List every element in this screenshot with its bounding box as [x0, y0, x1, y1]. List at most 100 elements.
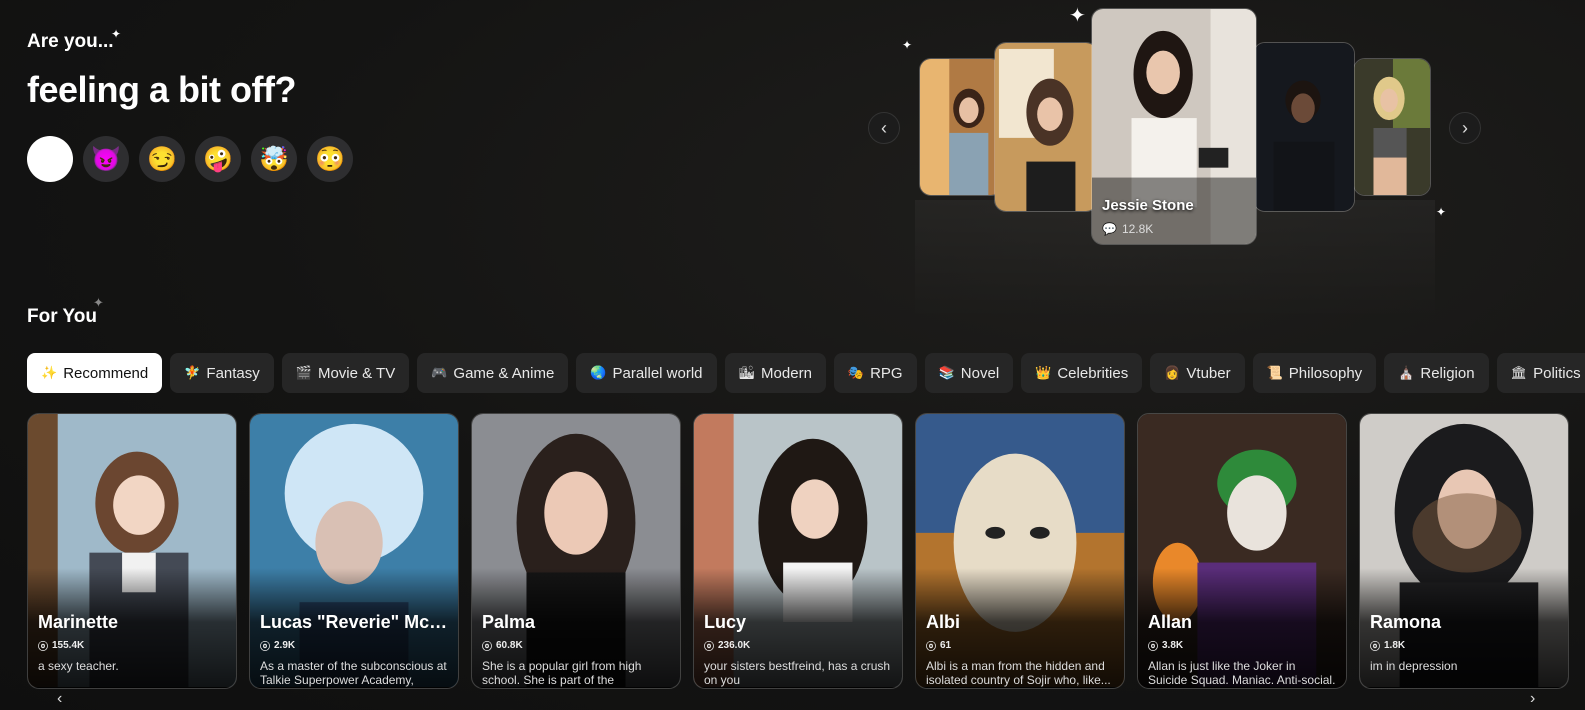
tab-label: RPG: [870, 364, 903, 382]
character-description: As a master of the subconscious at Talki…: [260, 659, 447, 687]
character-portrait: [1254, 43, 1354, 211]
tab-label: Recommend: [63, 364, 149, 382]
featured-info: Jessie Stone 💬 12.8K: [1102, 197, 1194, 236]
chevron-left-icon[interactable]: ‹: [57, 690, 62, 708]
character-description: Allan is just like the Joker in Suicide …: [1148, 659, 1336, 687]
character-description: your sisters bestfreind, has a crush on …: [704, 659, 891, 687]
character-stat: ⓞ 1.8K: [1370, 638, 1558, 653]
building-icon: 🏛: [1510, 365, 1528, 380]
character-card[interactable]: Albi ⓞ 61 Albi is a man from the hidden a…: [915, 413, 1125, 689]
category-tabs: ✨ Recommend 🧚 Fantasy 🎬 Movie & TV 🎮 Game & …: [27, 353, 1585, 393]
character-stat: ⓞ 3.8K: [1148, 638, 1336, 653]
tab-movie-tv[interactable]: 🎬 Movie & TV: [281, 353, 410, 393]
tab-philosophy[interactable]: 📜 Philosophy: [1252, 353, 1377, 393]
character-portrait: [920, 59, 1002, 195]
card-info: Lucy ⓞ 236.0K your sisters bestfreind, ha…: [704, 612, 892, 687]
carousel-prev-button[interactable]: ‹: [868, 112, 900, 144]
chevron-right-icon: ›: [1462, 117, 1468, 138]
tab-label: Modern: [761, 364, 812, 382]
tab-fantasy[interactable]: 🧚 Fantasy: [170, 353, 274, 393]
chat-count: 3.8K: [1162, 640, 1184, 651]
tab-recommend[interactable]: ✨ Recommend: [27, 353, 163, 393]
tab-politics[interactable]: 🏛 Politics: [1496, 353, 1585, 393]
chat-count: 2.9K: [274, 640, 296, 651]
tab-label: Philosophy: [1288, 364, 1363, 382]
books-icon: 📚: [938, 365, 955, 380]
chat-icon: ⓞ: [482, 642, 492, 653]
card-info: Albi ⓞ 61 Albi is a man from the hidden a…: [926, 612, 1114, 687]
mood-none-button[interactable]: [27, 136, 73, 182]
tab-celebrities[interactable]: 👑 Celebrities: [1021, 353, 1143, 393]
character-card[interactable]: Lucas "Reverie" McC... ⓞ 2.9K As a master…: [249, 413, 459, 689]
carousel-card[interactable]: [994, 42, 1098, 212]
mood-mind-blown-button[interactable]: 🤯: [251, 136, 297, 182]
hero-title: feeling a bit off?: [27, 69, 296, 110]
carousel-card[interactable]: [919, 58, 1003, 196]
clapper-icon: 🎬: [295, 365, 312, 380]
person-icon: 👩: [1164, 365, 1181, 380]
carousel-card[interactable]: [1353, 58, 1431, 196]
card-info: Palma ⓞ 60.8K She is a popular girl from …: [482, 612, 670, 687]
city-icon: 🏙: [738, 365, 756, 380]
sparkles-icon: ✨: [41, 365, 58, 380]
character-card[interactable]: Allan ⓞ 3.8K Allan is just like the Joker…: [1137, 413, 1347, 689]
carousel-next-button[interactable]: ›: [1449, 112, 1481, 144]
tab-vtuber[interactable]: 👩 Vtuber: [1150, 353, 1245, 393]
chat-icon: ⓞ: [1370, 642, 1380, 653]
tab-label: Game & Anime: [453, 364, 555, 382]
character-stat: ⓞ 236.0K: [704, 638, 892, 653]
character-description: im in depression: [1370, 659, 1458, 673]
featured-stat: 💬 12.8K: [1102, 222, 1194, 236]
gamepad-icon: 🎮: [431, 365, 448, 380]
character-card[interactable]: Marinette ⓞ 155.4K a sexy teacher.: [27, 413, 237, 689]
mood-smirk-button[interactable]: 😏: [139, 136, 185, 182]
chat-icon: ⓞ: [38, 642, 48, 653]
tab-label: Religion: [1420, 364, 1475, 382]
sparkle-icon: ✦: [1436, 205, 1447, 219]
character-portrait: [995, 43, 1097, 211]
character-card[interactable]: Ramona ⓞ 1.8K im in depression: [1359, 413, 1569, 689]
mood-devil-button[interactable]: 😈: [83, 136, 129, 182]
chat-icon: 💬: [1102, 222, 1117, 236]
card-info: Ramona ⓞ 1.8K im in depression: [1370, 612, 1558, 687]
mood-zany-button[interactable]: 🤪: [195, 136, 241, 182]
card-info: Marinette ⓞ 155.4K a sexy teacher.: [38, 612, 226, 687]
mood-flushed-button[interactable]: 😳: [307, 136, 353, 182]
tab-label: Novel: [960, 364, 1000, 382]
character-card[interactable]: Lucy ⓞ 236.0K your sisters bestfreind, ha…: [693, 413, 903, 689]
sparkle-icon: ✦: [902, 38, 913, 52]
character-stat: ⓞ 2.9K: [260, 638, 448, 653]
chat-count: 60.8K: [496, 640, 523, 651]
character-stat: ⓞ 155.4K: [38, 638, 226, 653]
chevron-right-icon[interactable]: ›: [1530, 690, 1535, 708]
fairy-icon: 🧚: [184, 365, 201, 380]
hero-kicker: Are you...: [27, 31, 114, 52]
sparkle-icon: ✦: [93, 295, 104, 310]
church-icon: ⛪: [1398, 365, 1415, 380]
tab-modern[interactable]: 🏙 Modern: [724, 353, 826, 393]
tab-rpg[interactable]: 🎭 RPG: [833, 353, 917, 393]
tab-game-anime[interactable]: 🎮 Game & Anime: [417, 353, 569, 393]
character-card[interactable]: Palma ⓞ 60.8K She is a popular girl from …: [471, 413, 681, 689]
character-name: Albi: [926, 612, 960, 632]
character-description: a sexy teacher.: [38, 659, 119, 673]
tab-novel[interactable]: 📚 Novel: [924, 353, 1014, 393]
card-info: Lucas "Reverie" McC... ⓞ 2.9K As a master…: [260, 612, 448, 687]
tab-parallel-world[interactable]: 🌏 Parallel world: [576, 353, 717, 393]
tab-religion[interactable]: ⛪ Religion: [1384, 353, 1489, 393]
chat-count: 236.0K: [718, 640, 751, 651]
tab-label: Fantasy: [206, 364, 260, 382]
chat-icon: ⓞ: [1148, 642, 1158, 653]
character-portrait: [1354, 59, 1430, 195]
chat-count: 155.4K: [52, 640, 85, 651]
character-description: Albi is a man from the hidden and isolat…: [926, 659, 1111, 687]
chat-icon: ⓞ: [260, 642, 270, 653]
character-stat: ⓞ 61: [926, 638, 1114, 653]
featured-name: Jessie Stone: [1102, 197, 1194, 214]
carousel-card[interactable]: [1253, 42, 1355, 212]
featured-card[interactable]: Jessie Stone 💬 12.8K: [1091, 8, 1257, 245]
chat-icon: ⓞ: [704, 642, 714, 653]
tab-label: Parallel world: [612, 364, 703, 382]
chat-count: 1.8K: [1384, 640, 1406, 651]
character-description: She is a popular girl from high school. …: [482, 659, 642, 687]
